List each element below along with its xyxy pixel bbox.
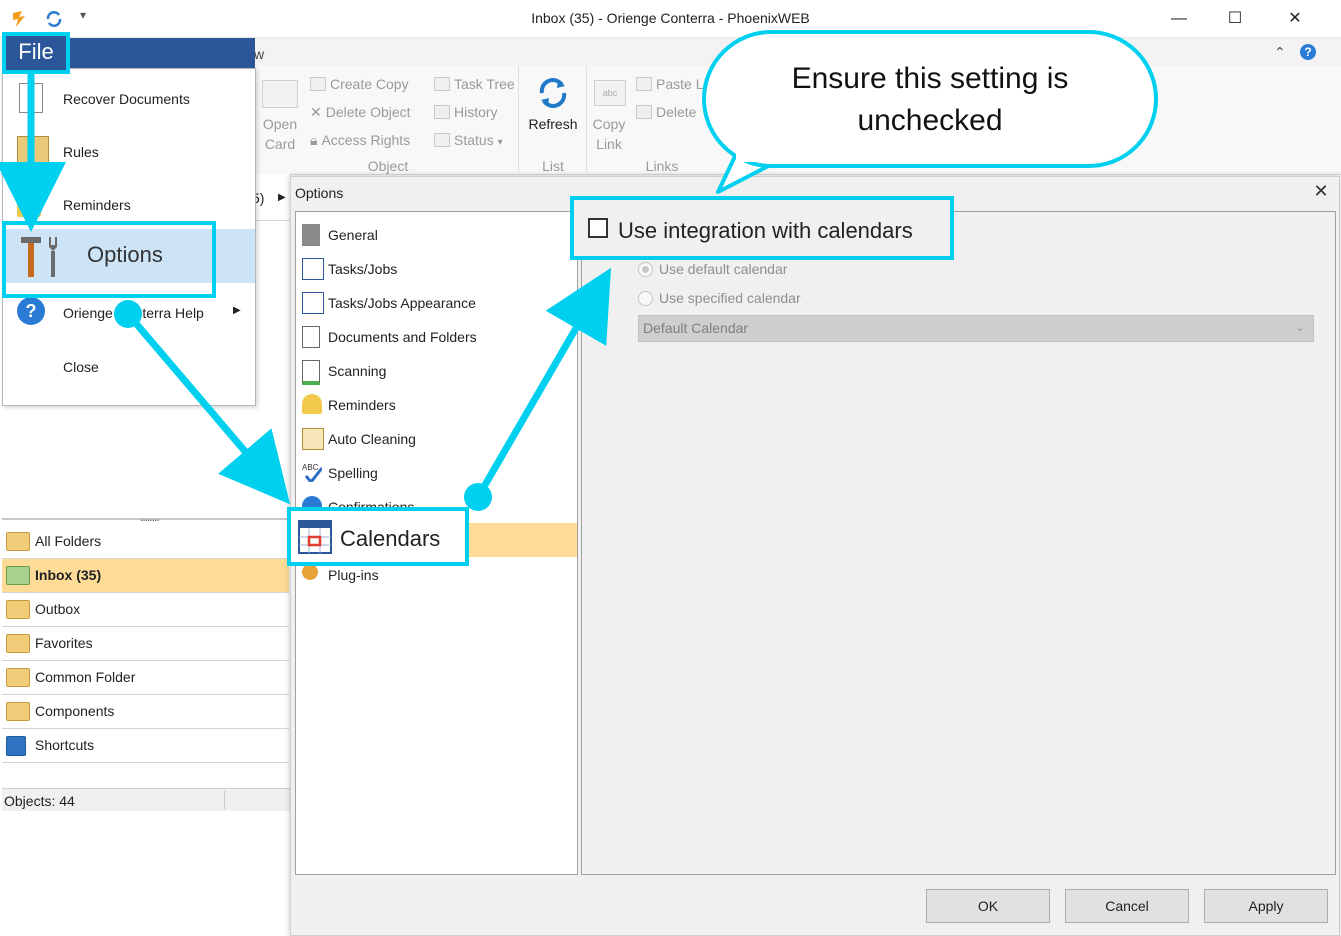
callout-text: Ensure this setting is unchecked (730, 58, 1130, 142)
arrow-start-dot (114, 300, 142, 328)
arrow-calendars-to-checkbox (474, 267, 612, 499)
arrow-start-dot (464, 483, 492, 511)
arrow-options-to-calendars (125, 311, 291, 505)
callout-line-2: unchecked (857, 104, 1003, 137)
callout-tail-mask (736, 150, 780, 162)
callout-line-1: Ensure this setting is (791, 62, 1069, 95)
